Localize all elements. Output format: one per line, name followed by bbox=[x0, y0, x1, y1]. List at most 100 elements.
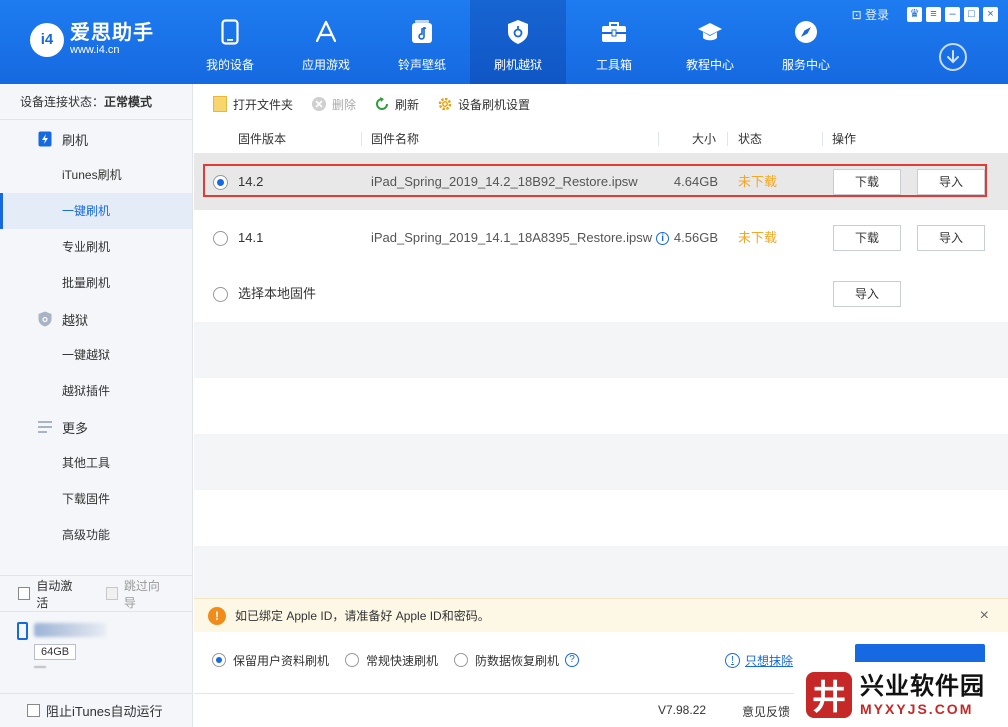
main-panel: 打开文件夹 删除 刷新 设备刷机设置 固件版本 固件名称 大小 状态 操作 14… bbox=[194, 84, 1008, 727]
window-controls: ⊡ 登录 ♛ ≡ – □ × bbox=[852, 6, 998, 23]
firmware-size: 4.64GB bbox=[673, 174, 718, 189]
header-name: 固件名称 bbox=[371, 132, 420, 146]
nav-tutorials[interactable]: 教程中心 bbox=[662, 0, 758, 84]
nav-flash-jailbreak[interactable]: 刷机越狱 bbox=[470, 0, 566, 84]
block-itunes-option: 阻止iTunes自动运行 bbox=[0, 693, 193, 727]
auto-activate-checkbox[interactable] bbox=[18, 587, 31, 600]
sidebar-group-more[interactable]: 更多 bbox=[0, 409, 192, 445]
device-capacity: 64GB bbox=[34, 644, 77, 660]
header-separator bbox=[658, 132, 659, 146]
info-icon: ! bbox=[725, 653, 740, 668]
nav-toolbox[interactable]: 工具箱 bbox=[566, 0, 662, 84]
sidebar-group-jailbreak[interactable]: 越狱 bbox=[0, 301, 192, 337]
connection-status: 设备连接状态：正常模式 bbox=[0, 84, 192, 120]
firmware-name: iPad_Spring_2019_14.2_18B92_Restore.ipsw bbox=[371, 174, 638, 189]
anti-recovery-radio[interactable] bbox=[454, 653, 469, 667]
open-folder-button[interactable]: 打开文件夹 bbox=[212, 96, 293, 113]
download-button[interactable]: 下载 bbox=[833, 169, 901, 195]
minimize-icon[interactable]: – bbox=[945, 7, 960, 22]
refresh-icon bbox=[374, 96, 390, 112]
import-button[interactable]: 导入 bbox=[917, 169, 985, 195]
local-firmware-radio[interactable] bbox=[213, 287, 228, 302]
local-firmware-label: 选择本地固件 bbox=[238, 286, 317, 301]
settings-icon[interactable]: ≡ bbox=[926, 7, 941, 22]
feedback-link[interactable]: 意见反馈 bbox=[742, 703, 790, 720]
block-itunes-checkbox[interactable] bbox=[27, 704, 40, 717]
download-manager-icon[interactable] bbox=[939, 43, 967, 71]
skin-icon[interactable]: ♛ bbox=[907, 7, 922, 22]
sidebar-group-flash[interactable]: 刷机 bbox=[0, 121, 192, 157]
device-detail-blurred bbox=[34, 666, 46, 668]
device-info[interactable]: 64GB bbox=[0, 611, 193, 693]
firmware-version: 14.1 bbox=[238, 230, 264, 245]
sidebar-item-batch-flash[interactable]: 批量刷机 bbox=[0, 265, 192, 301]
gear-icon bbox=[437, 96, 453, 112]
firmware-radio[interactable] bbox=[213, 175, 228, 190]
shield-icon bbox=[504, 18, 532, 46]
header-action: 操作 bbox=[832, 132, 857, 146]
nav-service-center[interactable]: 服务中心 bbox=[758, 0, 854, 84]
maximize-icon[interactable]: □ bbox=[964, 7, 979, 22]
firmware-size: 4.56GB bbox=[673, 230, 718, 245]
empty-row bbox=[194, 490, 1008, 546]
header-size: 大小 bbox=[692, 132, 717, 146]
nav-ringtones-wallpapers[interactable]: 铃声壁纸 bbox=[374, 0, 470, 84]
option-keep-data[interactable]: 保留用户资料刷机 bbox=[212, 652, 329, 669]
import-button[interactable]: 导入 bbox=[917, 225, 985, 251]
empty-row bbox=[194, 322, 1008, 378]
device-name-blurred bbox=[34, 623, 106, 637]
device-flash-settings-button[interactable]: 设备刷机设置 bbox=[437, 96, 530, 113]
folder-icon bbox=[212, 96, 228, 112]
nav-apps-games[interactable]: 应用游戏 bbox=[278, 0, 374, 84]
table-row[interactable]: 14.2 iPad_Spring_2019_14.2_18B92_Restore… bbox=[194, 154, 1008, 210]
sidebar-item-download-firmware[interactable]: 下载固件 bbox=[0, 481, 192, 517]
option-quick-flash[interactable]: 常规快速刷机 bbox=[345, 652, 438, 669]
sidebar-item-other-tools[interactable]: 其他工具 bbox=[0, 445, 192, 481]
empty-row bbox=[194, 546, 1008, 598]
keep-data-radio[interactable] bbox=[212, 653, 226, 667]
warning-icon: ! bbox=[208, 606, 226, 625]
close-icon[interactable]: × bbox=[983, 7, 998, 22]
option-anti-recovery[interactable]: 防数据恢复刷机 bbox=[454, 652, 559, 669]
delete-icon bbox=[311, 96, 327, 112]
quick-flash-radio[interactable] bbox=[345, 653, 360, 667]
table-row[interactable]: 选择本地固件 导入 bbox=[194, 266, 1008, 322]
skip-guide-checkbox bbox=[105, 587, 118, 600]
download-button[interactable]: 下载 bbox=[833, 225, 901, 251]
refresh-button[interactable]: 刷新 bbox=[374, 96, 419, 113]
firmware-version: 14.2 bbox=[238, 174, 264, 189]
app-logo[interactable]: i4 爱思助手 www.i4.cn bbox=[30, 22, 154, 57]
sidebar-item-one-click-jailbreak[interactable]: 一键越狱 bbox=[0, 337, 192, 373]
notice-bar: ! 如已绑定 Apple ID，请准备好 Apple ID和密码。 × bbox=[194, 598, 1008, 632]
delete-button[interactable]: 删除 bbox=[311, 96, 356, 113]
import-button[interactable]: 导入 bbox=[833, 281, 901, 307]
sidebar-menu: 刷机 iTunes刷机 一键刷机 专业刷机 批量刷机 越狱 一键越狱 越狱插件 … bbox=[0, 120, 192, 553]
device-phone-icon bbox=[17, 622, 28, 640]
sidebar-item-one-click-flash[interactable]: 一键刷机 bbox=[0, 193, 192, 229]
watermark: 井 兴业软件园 MYXYJS.COM bbox=[794, 662, 1008, 727]
sidebar: 设备连接状态：正常模式 刷机 iTunes刷机 一键刷机 专业刷机 批量刷机 越… bbox=[0, 84, 193, 727]
logo-name: 爱思助手 bbox=[70, 22, 154, 44]
compass-icon bbox=[792, 18, 820, 46]
firmware-table-header: 固件版本 固件名称 大小 状态 操作 bbox=[194, 124, 1008, 154]
sidebar-item-advanced[interactable]: 高级功能 bbox=[0, 517, 192, 553]
sidebar-item-itunes-flash[interactable]: iTunes刷机 bbox=[0, 157, 192, 193]
sidebar-item-jailbreak-plugins[interactable]: 越狱插件 bbox=[0, 373, 192, 409]
empty-row bbox=[194, 378, 1008, 434]
top-header: i4 爱思助手 www.i4.cn 我的设备 应用游戏 铃声壁纸 刷机越狱 工具… bbox=[0, 0, 1008, 84]
sidebar-item-pro-flash[interactable]: 专业刷机 bbox=[0, 229, 192, 265]
help-icon[interactable]: ? bbox=[565, 653, 580, 667]
firmware-status: 未下载 bbox=[738, 174, 778, 189]
firmware-radio[interactable] bbox=[213, 231, 228, 246]
table-row[interactable]: 14.1 iPad_Spring_2019_14.1_18A8395_Resto… bbox=[194, 210, 1008, 266]
login-link[interactable]: ⊡ 登录 bbox=[852, 6, 889, 23]
graduation-cap-icon bbox=[696, 18, 724, 46]
erase-only-link[interactable]: ! 只想抹除 bbox=[725, 652, 793, 669]
notice-text: 如已绑定 Apple ID，请准备好 Apple ID和密码。 bbox=[235, 609, 490, 623]
close-icon[interactable]: × bbox=[980, 607, 989, 625]
nav-my-device[interactable]: 我的设备 bbox=[182, 0, 278, 84]
header-separator bbox=[727, 132, 728, 146]
empty-row bbox=[194, 434, 1008, 490]
app-store-icon bbox=[312, 18, 340, 46]
watermark-title: 兴业软件园 bbox=[860, 672, 985, 700]
